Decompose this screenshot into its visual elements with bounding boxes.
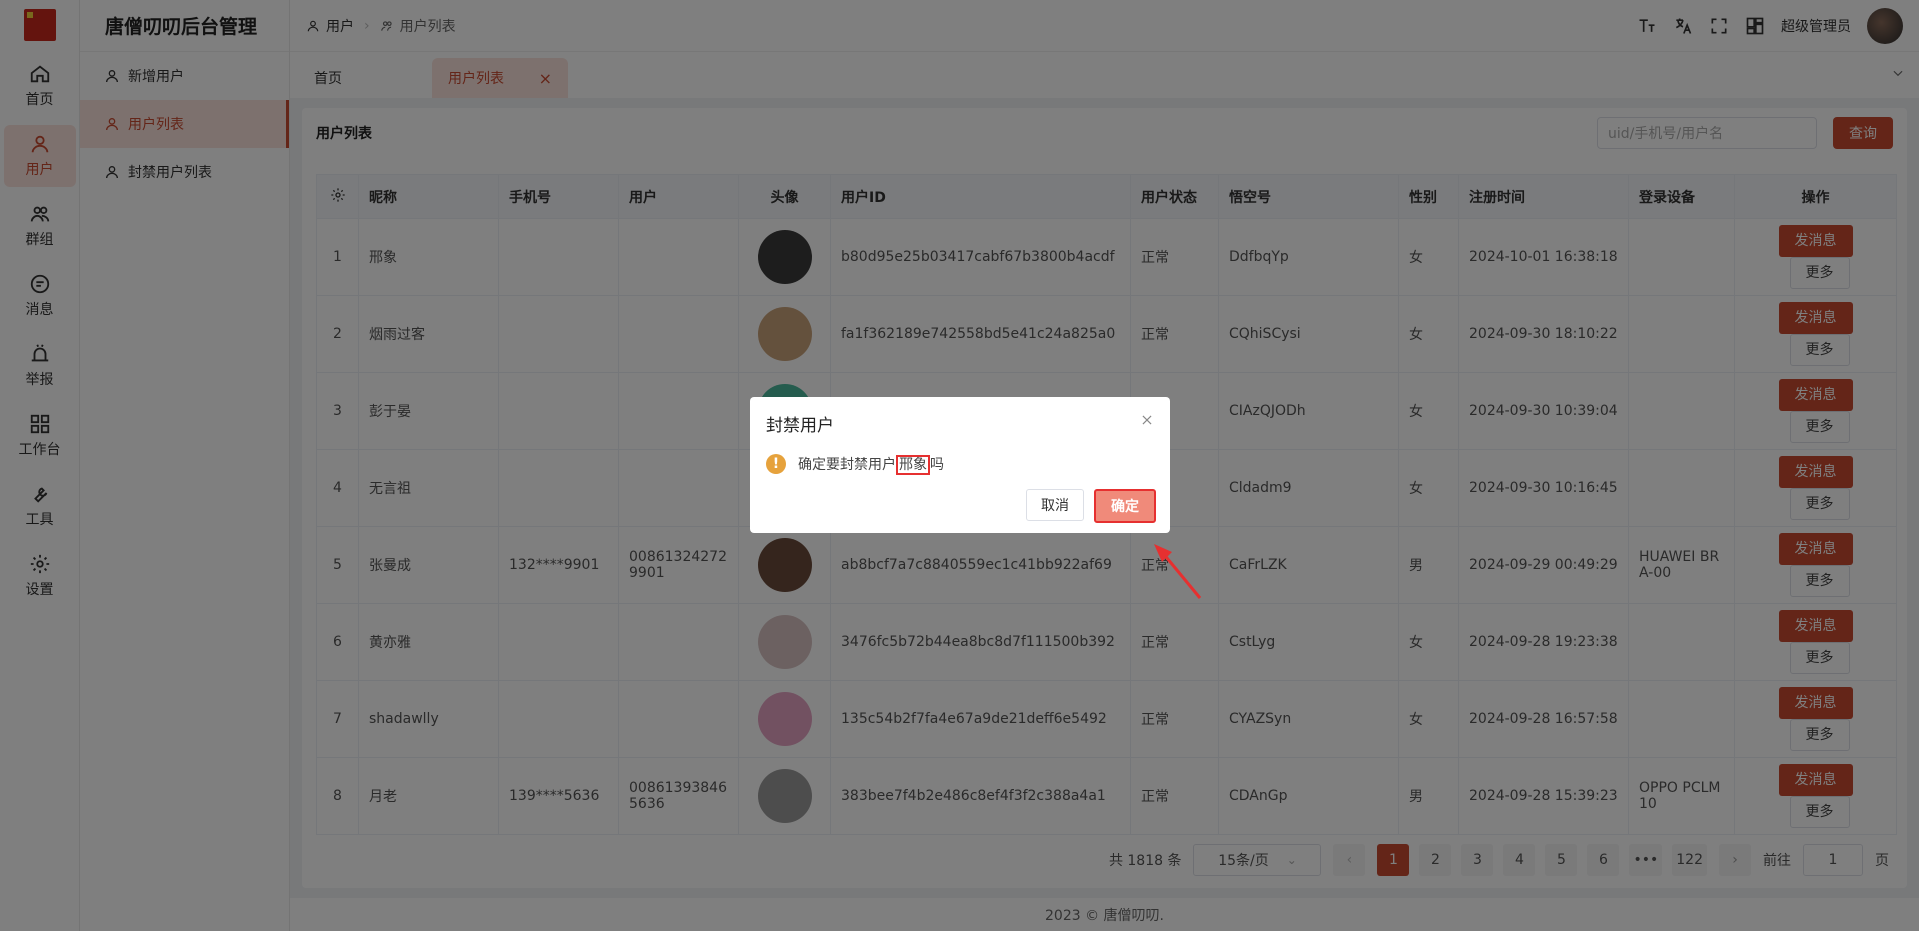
ban-user-dialog: 封禁用户 ! 确定要封禁用户 邢象吗 取消 确定 bbox=[750, 397, 1170, 533]
dialog-msg-suffix: 吗 bbox=[930, 457, 944, 473]
cancel-button[interactable]: 取消 bbox=[1026, 489, 1084, 521]
close-icon[interactable] bbox=[1140, 413, 1154, 427]
annotation-arrow-icon bbox=[1154, 544, 1202, 599]
warning-icon: ! bbox=[766, 454, 786, 474]
dialog-message: 确定要封禁用户 邢象吗 bbox=[798, 454, 944, 475]
dialog-msg-username: 邢象 bbox=[896, 455, 930, 475]
confirm-button[interactable]: 确定 bbox=[1094, 489, 1156, 523]
dialog-msg-prefix: 确定要封禁用户 bbox=[798, 457, 896, 473]
dialog-title: 封禁用户 bbox=[766, 416, 834, 436]
